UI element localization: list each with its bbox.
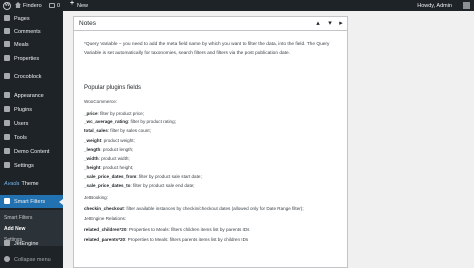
field-line: _width: product width;	[84, 156, 130, 161]
sidebar-item-label: Settings	[14, 162, 34, 169]
sidebar-item-tools[interactable]: Tools	[0, 131, 63, 144]
tools-icon	[4, 134, 10, 140]
field-line: _wc_average_rating: filter by product ra…	[84, 119, 176, 124]
sidebar-item-comments[interactable]: Comments	[0, 25, 63, 38]
sidebar-item-appearance[interactable]: Appearance	[0, 89, 63, 102]
field-line: _sale_price_dates_from: filter by produc…	[84, 174, 202, 179]
woocommerce-heading: WooCommerce:	[84, 99, 118, 104]
submenu-item-add-new[interactable]: Add New	[4, 226, 25, 232]
field-line: _sale_price_dates_to: filter by product …	[84, 183, 195, 188]
field-line: _weight: product weight;	[84, 138, 135, 143]
comments-icon[interactable]	[49, 2, 55, 8]
new-content-link[interactable]: New	[77, 3, 88, 9]
sidebar-item-label: Crocoblock	[14, 73, 42, 80]
sidebar-item-label: Smart Filters	[14, 198, 46, 205]
jetbooking-heading: JetBooking:	[84, 195, 109, 200]
sidebar-item-label: JetEngine	[14, 240, 39, 247]
sidebar-item-settings[interactable]: Settings	[0, 159, 63, 172]
site-name-link[interactable]: Findero	[23, 3, 42, 9]
wordpress-logo-icon[interactable]	[3, 1, 11, 10]
collapse-icon	[4, 256, 10, 262]
field-line: total_sales: filter by sales count;	[84, 128, 151, 133]
sidebar-item-label: Pages	[14, 15, 30, 22]
sidebar-item-label: Properties	[14, 55, 40, 62]
demo-content-icon	[4, 148, 10, 154]
theme-label: Theme	[21, 180, 39, 187]
sidebar-item-pages[interactable]: Pages	[0, 12, 63, 25]
admin-bar: Findero 0 + New Howdy, Admin	[0, 0, 474, 11]
avatar[interactable]	[463, 1, 470, 9]
jetengine-relations-heading: JetEngine Relations:	[84, 216, 127, 221]
properties-icon	[4, 55, 10, 61]
pages-icon	[4, 15, 10, 21]
theme-brand-prefix: Avada	[4, 180, 20, 187]
home-icon[interactable]	[15, 2, 21, 8]
field-line: related_parents*20: Properties to Meals:…	[84, 237, 249, 242]
new-plus-icon[interactable]: +	[70, 0, 74, 7]
collapse-label: Collapse menu	[14, 256, 51, 263]
move-down-icon[interactable]: ▾	[325, 19, 335, 29]
sidebar-item-label: Appearance	[14, 92, 44, 99]
sidebar-item-demo-content[interactable]: Demo Content	[0, 145, 63, 158]
sidebar-item-users[interactable]: Users	[0, 117, 63, 130]
toggle-panel-icon[interactable]: ▸	[336, 19, 346, 29]
howdy-user-link[interactable]: Howdy, Admin	[417, 3, 452, 9]
sidebar-item-smart-filters[interactable]: Smart Filters	[0, 195, 63, 208]
sidebar-item-label: Demo Content	[14, 148, 50, 155]
smart-filters-icon	[4, 198, 10, 204]
sidebar-item-label: Plugins	[14, 106, 33, 113]
sidebar-item-plugins[interactable]: Plugins	[0, 103, 63, 116]
field-line: _height: product height;	[84, 165, 134, 170]
postbox-title: Notes	[79, 20, 96, 27]
sidebar-item-label: Avada Theme	[4, 181, 39, 187]
field-line: _price: filter by product price;	[84, 111, 145, 116]
meals-icon	[4, 41, 10, 47]
popular-fields-heading: Popular plugins fields	[84, 85, 142, 91]
sidebar-item-label: Comments	[14, 28, 41, 35]
collapse-menu-button[interactable]: Collapse menu	[0, 253, 63, 266]
sidebar-item-label: Users	[14, 120, 29, 127]
plugins-icon	[4, 106, 10, 112]
field-line: related_children*20: Properties to Meals…	[84, 227, 250, 232]
jetengine-icon	[4, 240, 10, 246]
crocoblock-icon	[4, 73, 10, 79]
notes-description: *Query Variable – you need to add the me…	[84, 41, 342, 58]
move-up-icon[interactable]: ▴	[313, 19, 323, 29]
comments-icon	[4, 28, 10, 34]
settings-icon	[4, 162, 10, 168]
field-line: _length: product length;	[84, 147, 134, 152]
sidebar-item-jetengine[interactable]: JetEngine	[0, 237, 63, 250]
sidebar-item-crocoblock[interactable]: Crocoblock	[0, 70, 63, 83]
submenu-item-smart-filters[interactable]: Smart Filters	[4, 215, 32, 221]
comments-count[interactable]: 0	[57, 3, 60, 9]
sidebar-item-theme[interactable]: Avada Theme	[0, 177, 63, 190]
sidebar-item-properties[interactable]: Properties	[0, 52, 63, 65]
sidebar-item-meals[interactable]: Meals	[0, 38, 63, 51]
postbox-header: Notes ▴ ▾ ▸	[74, 17, 347, 31]
sidebar-item-label: Tools	[14, 134, 27, 141]
field-line: checkin_checkout: filter available insta…	[84, 206, 304, 211]
sidebar-item-label: Meals	[14, 41, 29, 48]
appearance-icon	[4, 92, 10, 98]
admin-sidebar: Pages Comments Meals Properties Crocoblo…	[0, 11, 63, 268]
notes-postbox: Notes ▴ ▾ ▸ *Query Variable – you need t…	[73, 16, 348, 268]
users-icon	[4, 120, 10, 126]
query-variable-note: *Query Variable – you need to add the me…	[84, 42, 330, 56]
